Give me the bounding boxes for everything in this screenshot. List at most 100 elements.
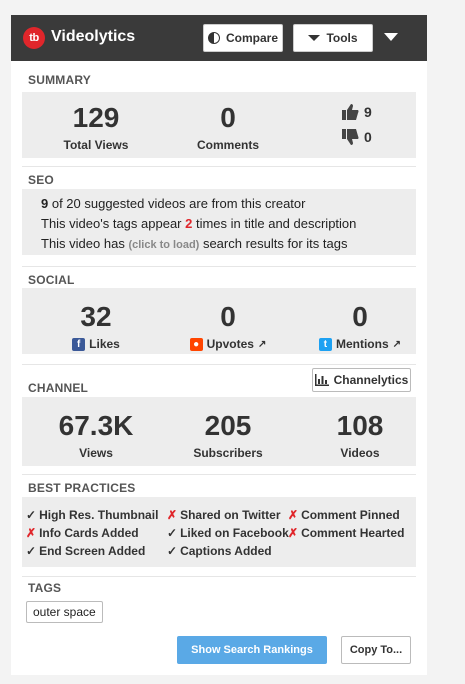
check-icon: ✓: [167, 544, 178, 558]
bp-item: ✓ Liked on Facebook: [167, 526, 289, 540]
videos-label: Videos: [340, 446, 380, 460]
divider: [22, 266, 416, 267]
search-pre: This video has: [41, 236, 129, 251]
reddit-upvotes-stat[interactable]: 0 ● Upvotes ↗: [168, 303, 288, 351]
seo-suggested-line: 9 of 20 suggested videos are from this c…: [41, 196, 305, 211]
twitter-mentions-stat[interactable]: 0 t Mentions ↗: [300, 303, 420, 351]
facebook-likes-value: 32: [80, 301, 112, 332]
bp-label: Info Cards Added: [39, 526, 139, 540]
cross-icon: ✗: [26, 526, 37, 540]
tags-title: TAGS: [28, 581, 62, 595]
videos-value: 108: [336, 410, 384, 441]
thumbs-down-icon: [342, 129, 359, 145]
bp-item: ✗ Comment Pinned: [288, 508, 400, 522]
total-views-label: Total Views: [63, 138, 129, 152]
subscribers-stat: 205 Subscribers: [168, 410, 288, 461]
bp-item: ✗ Comment Hearted: [288, 526, 404, 540]
dislikes-count: 0: [342, 129, 372, 145]
copy-to-button[interactable]: Copy To...: [341, 636, 411, 664]
thumbs-up-icon: [342, 104, 359, 120]
suggested-text: of 20 suggested videos are from this cre…: [48, 196, 306, 211]
facebook-likes-label: Likes: [89, 337, 120, 351]
videolytics-panel: tb Videolytics Compare Tools SUMMARY 129…: [11, 15, 427, 675]
reddit-upvotes-value: 0: [220, 301, 236, 332]
channel-views-value: 67.3K: [58, 410, 134, 441]
total-views-value: 129: [72, 102, 120, 133]
channel-title: CHANNEL: [28, 381, 89, 395]
search-post: search results for its tags: [199, 236, 348, 251]
cross-icon: ✗: [288, 526, 299, 540]
likes-value: 9: [364, 104, 372, 120]
tags-post: times in title and description: [192, 216, 357, 231]
facebook-likes-stat: 32 f Likes: [36, 303, 156, 351]
cross-icon: ✗: [288, 508, 299, 522]
social-title: SOCIAL: [28, 273, 75, 287]
bp-item: ✗ Info Cards Added: [26, 526, 139, 540]
contrast-icon: [207, 32, 220, 44]
comments-stat: 0 Comments: [168, 102, 288, 153]
videos-stat: 108 Videos: [300, 410, 420, 461]
facebook-icon: f: [72, 337, 86, 351]
bp-item: ✗ Shared on Twitter: [167, 508, 281, 522]
comments-value: 0: [220, 102, 236, 133]
logo-text: tb: [29, 32, 39, 44]
external-link-icon: ↗: [257, 338, 267, 350]
divider: [22, 576, 416, 577]
bp-label: Captions Added: [180, 544, 272, 558]
channel-views-stat: 67.3K Views: [36, 410, 156, 461]
cross-icon: ✗: [167, 508, 178, 522]
tags-pre: This video's tags appear: [41, 216, 186, 231]
divider: [22, 474, 416, 475]
best-practices-box: ✓ High Res. Thumbnail ✗ Shared on Twitter …: [22, 497, 416, 567]
subscribers-label: Subscribers: [193, 446, 263, 460]
bp-label: Comment Hearted: [301, 526, 405, 540]
best-practices-title: BEST PRACTICES: [28, 481, 136, 495]
divider: [22, 364, 416, 365]
bp-label: End Screen Added: [39, 544, 146, 558]
click-to-load-link[interactable]: (click to load): [128, 239, 199, 251]
bp-label: Shared on Twitter: [180, 508, 281, 522]
seo-title: SEO: [28, 173, 54, 187]
seo-box: 9 of 20 suggested videos are from this c…: [22, 189, 416, 255]
check-icon: ✓: [26, 544, 37, 558]
bp-label: Comment Pinned: [301, 508, 400, 522]
summary-box: 129 Total Views 0 Comments 9 0: [22, 92, 416, 158]
check-icon: ✓: [26, 508, 37, 522]
check-icon: ✓: [167, 526, 178, 540]
bp-item: ✓ End Screen Added: [26, 544, 145, 558]
bp-label: Liked on Facebook: [180, 526, 289, 540]
likes-count: 9: [342, 104, 372, 120]
bar-chart-icon: [314, 374, 329, 386]
channel-box: 67.3K Views 205 Subscribers 108 Videos: [22, 397, 416, 466]
tag-chip[interactable]: outer space: [26, 601, 103, 623]
twitter-mentions-value: 0: [352, 301, 368, 332]
bp-item: ✓ Captions Added: [167, 544, 272, 558]
tubebuddy-logo-icon: tb: [23, 27, 45, 49]
dislikes-value: 0: [364, 129, 372, 145]
brand-title: Videolytics: [51, 28, 136, 45]
subscribers-value: 205: [204, 410, 252, 441]
reddit-icon: ●: [189, 337, 203, 351]
bp-label: High Res. Thumbnail: [39, 508, 159, 522]
comments-label: Comments: [196, 138, 259, 152]
twitter-mentions-label: Mentions: [335, 337, 389, 351]
compare-label: Compare: [225, 31, 278, 45]
bp-item: ✓ High Res. Thumbnail: [26, 508, 158, 522]
chevron-down-icon: [308, 35, 321, 41]
seo-search-line: This video has (click to load) search re…: [41, 236, 347, 251]
summary-title: SUMMARY: [28, 73, 91, 87]
reddit-upvotes-label: Upvotes: [206, 337, 254, 351]
header-bar: tb Videolytics Compare Tools: [11, 15, 427, 61]
channelytics-button[interactable]: Channelytics: [312, 368, 411, 392]
compare-button[interactable]: Compare: [203, 24, 283, 52]
channelytics-label: Channelytics: [333, 373, 409, 387]
twitter-icon: t: [318, 337, 332, 351]
total-views-stat: 129 Total Views: [36, 102, 156, 153]
external-link-icon: ↗: [392, 338, 402, 350]
show-search-rankings-button[interactable]: Show Search Rankings: [177, 636, 327, 664]
collapse-caret-icon[interactable]: [384, 33, 398, 41]
channel-views-label: Views: [79, 446, 113, 460]
social-box: 32 f Likes 0 ● Upvotes ↗ 0 t Mentions ↗: [22, 288, 416, 354]
seo-tags-line: This video's tags appear 2 times in titl…: [41, 216, 356, 231]
tools-button[interactable]: Tools: [293, 24, 373, 52]
